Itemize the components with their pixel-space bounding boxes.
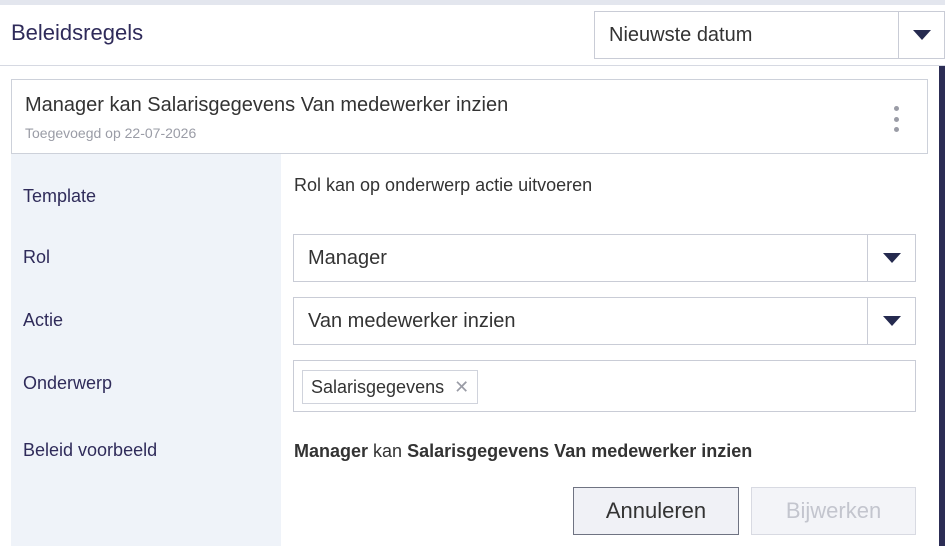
subject-tag-label: Salarisgegevens [311, 376, 445, 397]
policy-added-date: Toegevoegd op 22-07-2026 [25, 125, 197, 141]
sort-select-value: Nieuwste datum [609, 23, 753, 46]
header-divider [0, 65, 945, 66]
page-title: Beleidsregels [11, 20, 144, 45]
chevron-down-icon [882, 316, 901, 326]
policy-example: Manager kan Salarisgegevens Van medewerk… [294, 441, 752, 462]
action-dropdown[interactable]: Van medewerker inzien [293, 297, 916, 345]
role-dropdown-value: Manager [308, 246, 387, 269]
example-role: Manager [294, 441, 369, 461]
subject-tag: Salarisgegevens ✕ [302, 370, 479, 404]
subject-label: Onderwerp [23, 373, 113, 393]
template-label: Template [23, 186, 97, 206]
action-dropdown-value: Van medewerker inzien [308, 309, 516, 332]
example-connector: kan [373, 441, 403, 461]
subject-input[interactable]: Salarisgegevens ✕ [293, 360, 916, 412]
action-label: Actie [23, 310, 64, 330]
template-value: Rol kan op onderwerp actie uitvoeren [294, 175, 593, 195]
action-dropdown-toggle[interactable] [867, 298, 915, 344]
role-dropdown-toggle[interactable] [867, 235, 915, 281]
close-icon[interactable]: ✕ [454, 378, 469, 396]
chevron-down-icon [882, 253, 901, 263]
chevron-down-icon [912, 30, 931, 40]
top-strip [0, 0, 945, 5]
label-column [11, 154, 281, 546]
kebab-menu-icon[interactable] [891, 106, 901, 132]
example-rest: Salarisgegevens Van medewerker inzien [407, 441, 753, 461]
cancel-button[interactable]: Annuleren [573, 487, 739, 535]
policy-card[interactable]: Manager kan Salarisgegevens Van medewerk… [11, 79, 928, 154]
example-label: Beleid voorbeeld [23, 440, 158, 460]
role-label: Rol [23, 247, 51, 267]
policy-title: Manager kan Salarisgegevens Van medewerk… [25, 94, 509, 116]
update-button[interactable]: Bijwerken [751, 487, 916, 535]
role-dropdown[interactable]: Manager [293, 234, 916, 282]
panel-edge [939, 66, 945, 546]
sort-select[interactable]: Nieuwste datum [594, 11, 945, 59]
sort-select-toggle[interactable] [898, 12, 944, 58]
